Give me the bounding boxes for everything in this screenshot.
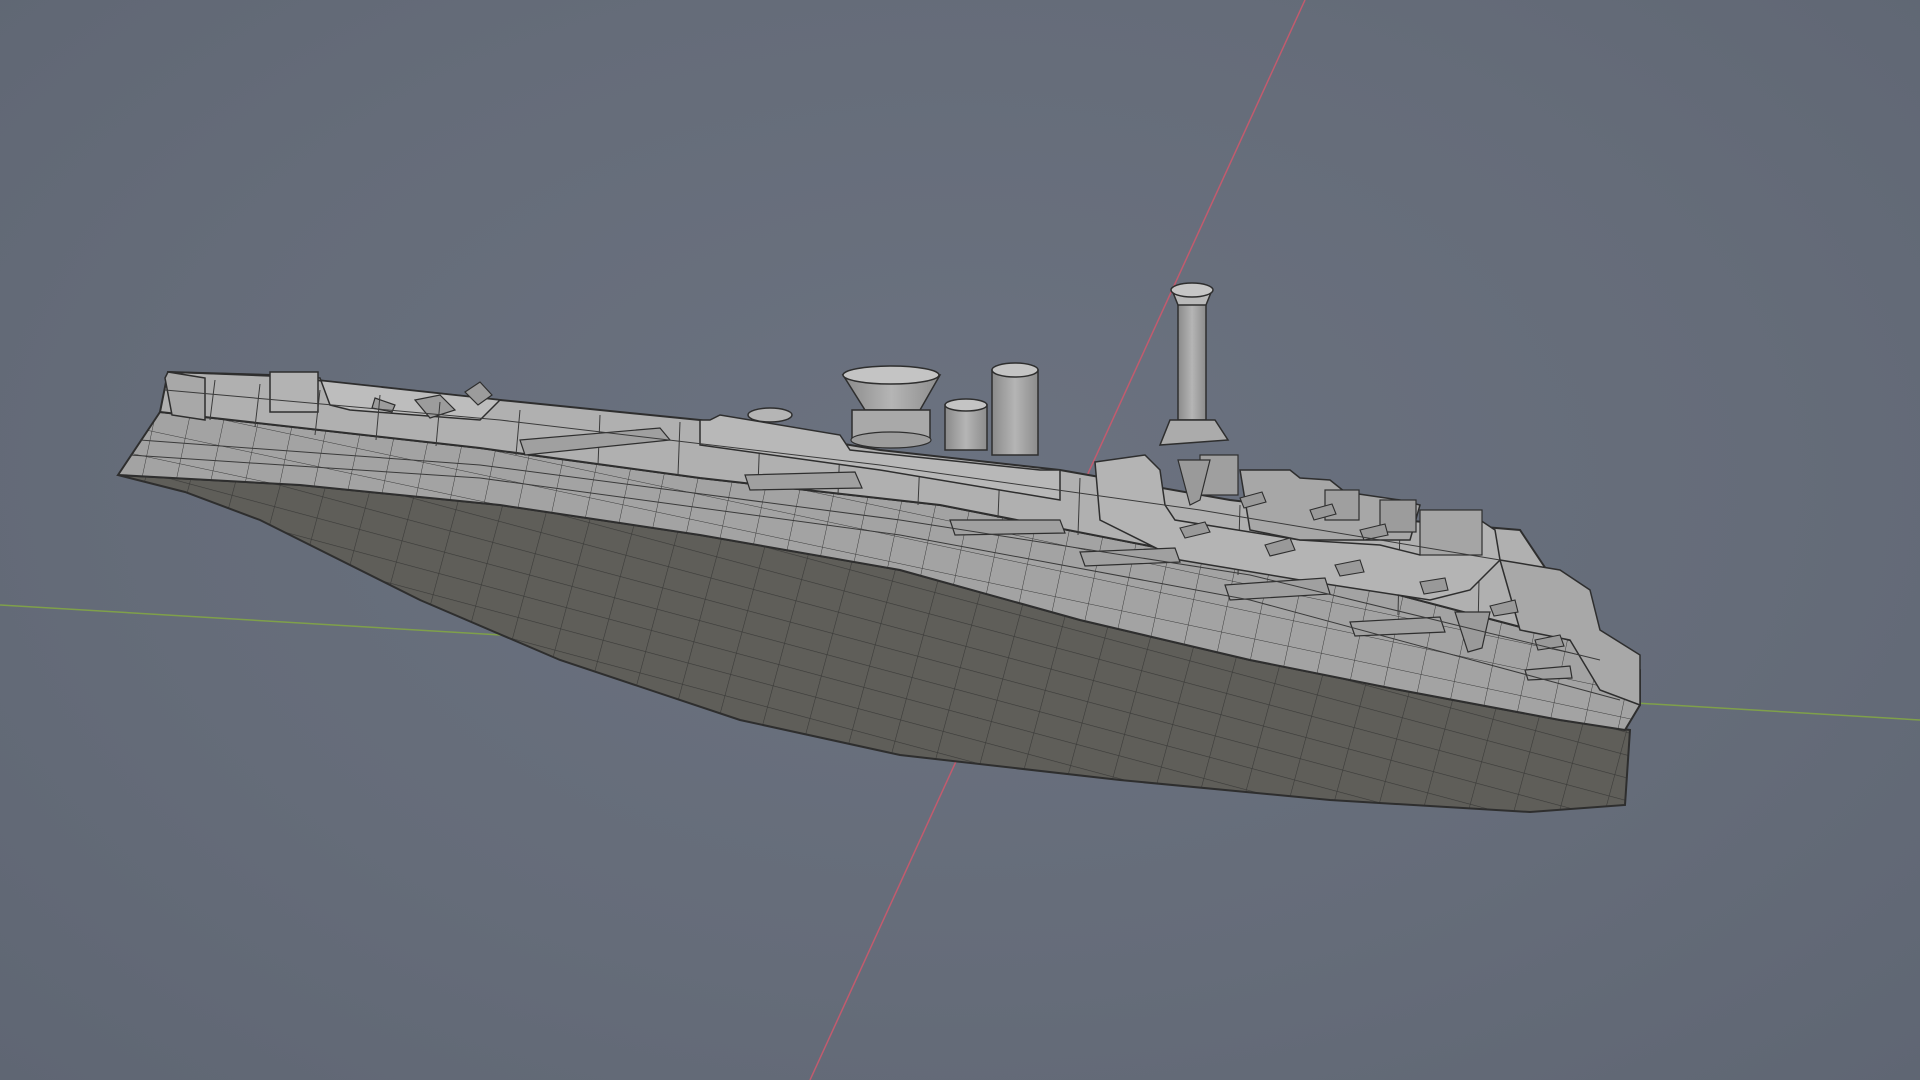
tall-mast[interactable] [1158, 282, 1230, 446]
bow-block[interactable] [164, 371, 206, 421]
3d-viewport[interactable] [0, 0, 1920, 1080]
funnel-1[interactable] [841, 365, 942, 449]
bow-turret[interactable] [269, 371, 319, 413]
battleship-mesh[interactable] [116, 282, 1641, 814]
viewport-scene[interactable] [0, 0, 1920, 1080]
funnel-3[interactable] [991, 362, 1039, 456]
funnel-2[interactable] [944, 398, 988, 451]
deck-hatch[interactable] [747, 407, 793, 423]
